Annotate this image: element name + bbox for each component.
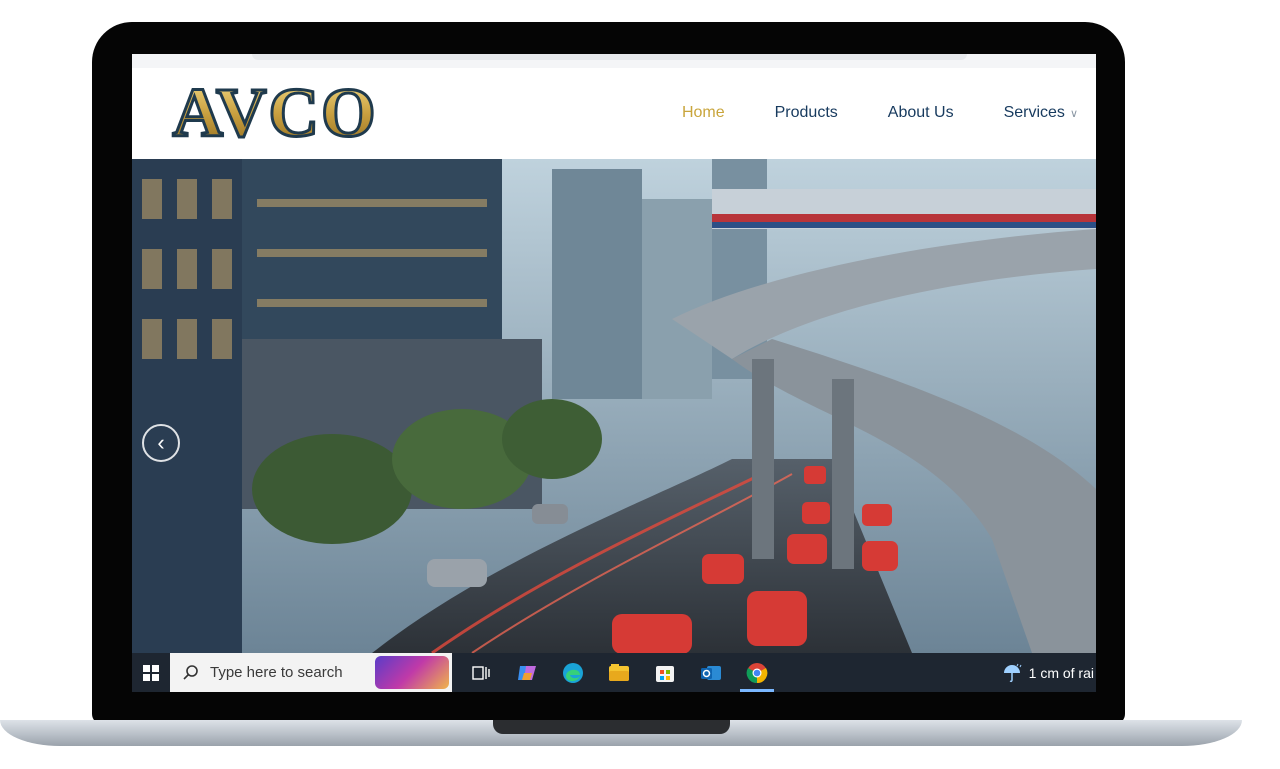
svg-text:AVCO: AVCO <box>172 78 377 146</box>
search-placeholder: Type here to search <box>210 664 343 681</box>
start-button[interactable] <box>132 653 170 692</box>
laptop-screen: AVCO Home Products About Us Services ∨ ‹… <box>132 54 1096 692</box>
windows-logo-icon <box>143 664 159 681</box>
copilot-icon[interactable] <box>504 653 550 692</box>
hero-slider: ‹ <box>132 159 1096 653</box>
browser-chrome <box>132 54 1096 68</box>
nav-products[interactable]: Products <box>775 104 838 122</box>
weather-widget[interactable]: 1 cm of rai <box>1001 663 1096 683</box>
main-nav: Home Products About Us Services ∨ <box>682 104 1078 122</box>
microsoft-store-icon[interactable] <box>642 653 688 692</box>
nav-home[interactable]: Home <box>682 104 725 122</box>
umbrella-rain-icon <box>1003 663 1022 682</box>
file-explorer-icon[interactable] <box>596 653 642 692</box>
chevron-down-icon: ∨ <box>1069 107 1078 120</box>
outlook-icon[interactable] <box>688 653 734 692</box>
windows-taskbar: Type here to search 1 cm of rai <box>132 653 1096 692</box>
task-view-icon[interactable] <box>458 653 504 692</box>
address-bar[interactable] <box>252 54 967 60</box>
avco-logo[interactable]: AVCO <box>140 78 410 146</box>
chevron-left-icon: ‹ <box>157 430 165 455</box>
slider-prev-button[interactable]: ‹ <box>142 424 180 462</box>
weather-text: 1 cm of rai <box>1028 664 1094 681</box>
taskbar-search[interactable]: Type here to search <box>170 653 452 692</box>
taskbar-apps <box>458 653 780 692</box>
site-header: AVCO Home Products About Us Services ∨ <box>132 68 1096 159</box>
nav-services[interactable]: Services ∨ <box>1004 104 1078 122</box>
hero-image <box>132 159 1096 653</box>
edge-icon[interactable] <box>550 653 596 692</box>
chrome-icon[interactable] <box>734 653 780 692</box>
nav-about-us[interactable]: About Us <box>888 104 954 122</box>
search-icon <box>183 664 198 680</box>
laptop-notch <box>493 720 730 734</box>
search-highlight-image[interactable] <box>375 656 449 689</box>
